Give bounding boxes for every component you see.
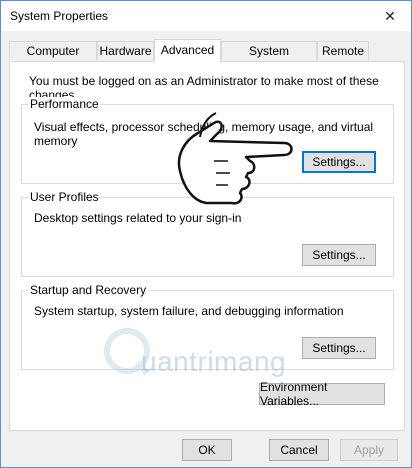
tab-remote[interactable]: Remote <box>317 41 369 60</box>
tab-system-protection[interactable]: System Protection <box>221 41 317 77</box>
system-properties-window: System Properties ✕ Computer Name Hardwa… <box>0 0 412 468</box>
performance-title: Performance <box>28 97 101 111</box>
tab-hardware[interactable]: Hardware <box>97 41 154 60</box>
user-profiles-settings-button[interactable]: Settings... <box>302 244 376 266</box>
startup-recovery-title: Startup and Recovery <box>28 283 149 297</box>
apply-button[interactable]: Apply <box>340 439 398 461</box>
cancel-button[interactable]: Cancel <box>269 439 329 461</box>
pointing-hand-icon <box>177 112 293 205</box>
user-profiles-title: User Profiles <box>28 190 101 204</box>
environment-variables-button[interactable]: Environment Variables... <box>259 380 385 408</box>
performance-settings-button[interactable]: Settings... <box>302 151 376 173</box>
startup-recovery-description: System startup, system failure, and debu… <box>34 304 344 318</box>
ok-button[interactable]: OK <box>182 439 232 461</box>
tab-advanced[interactable]: Advanced <box>154 39 221 63</box>
watermark-text: uantrimang <box>141 346 287 377</box>
title-bar: System Properties ✕ <box>1 1 411 31</box>
tab-computer-name[interactable]: Computer Name <box>9 41 97 77</box>
window-title: System Properties <box>10 9 109 23</box>
close-button[interactable]: ✕ <box>369 1 411 31</box>
